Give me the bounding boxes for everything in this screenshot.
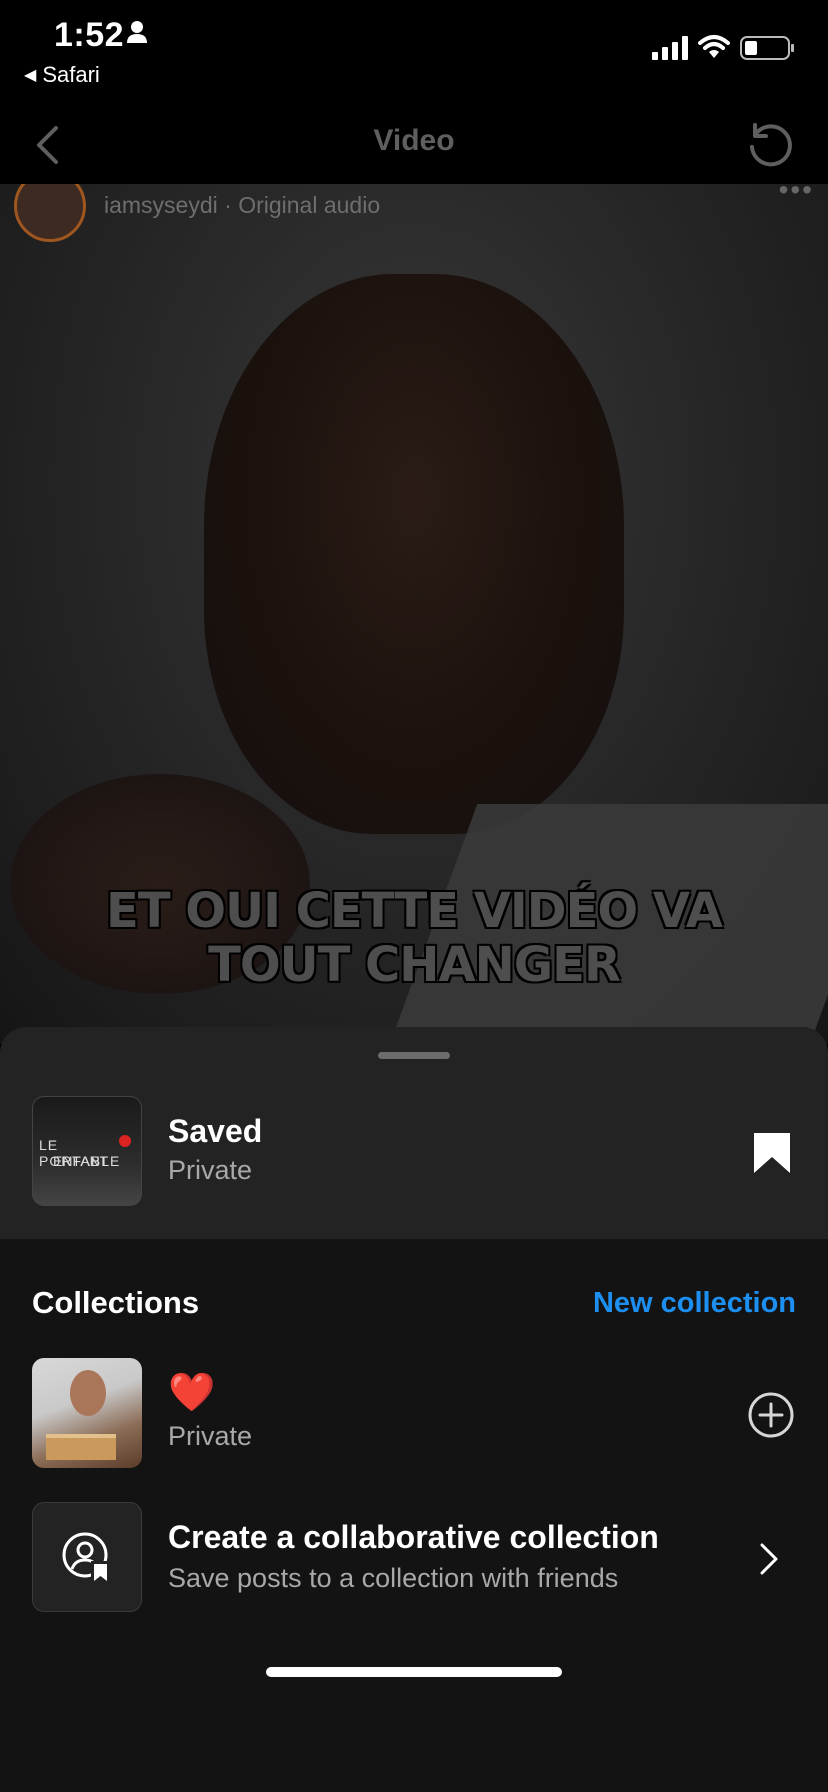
- battery-icon: [740, 36, 794, 60]
- sheet-drag-handle[interactable]: [378, 1052, 450, 1059]
- person-icon: [127, 21, 147, 43]
- bookmark-filled-icon[interactable]: [752, 1131, 792, 1175]
- add-circle-icon[interactable]: [748, 1392, 794, 1438]
- video-player[interactable]: ••• iamsyseydi · Original audio ET OUI C…: [0, 184, 828, 1044]
- nav-bar: Video: [0, 110, 828, 184]
- signal-icon: [652, 36, 688, 60]
- video-caption: ET OUI CETTE VIDÉO VA TOUT CHANGER: [0, 884, 828, 992]
- new-collection-button[interactable]: New collection: [593, 1287, 796, 1320]
- home-indicator[interactable]: [266, 1667, 562, 1677]
- video-audio-label[interactable]: iamsyseydi · Original audio: [104, 192, 380, 219]
- saved-thumbnail: LE PORTABLE ENFANT: [32, 1096, 142, 1206]
- video-frame-face: [204, 274, 624, 834]
- save-bottom-sheet: LE PORTABLE ENFANT Saved Private Collect…: [0, 1027, 828, 1792]
- collection-title: ❤️: [168, 1372, 216, 1414]
- back-to-safari[interactable]: ◀ Safari: [24, 62, 100, 88]
- refresh-button[interactable]: [742, 116, 798, 172]
- collection-privacy: Private: [168, 1421, 253, 1451]
- collaborative-icon-box: [32, 1502, 142, 1612]
- author-avatar[interactable]: [14, 184, 86, 242]
- thumb-text-2: ENFANT: [53, 1153, 109, 1169]
- saved-privacy: Private: [168, 1155, 253, 1185]
- back-triangle-icon: ◀: [24, 67, 37, 84]
- collection-thumbnail: [32, 1358, 142, 1468]
- collaborative-collection-icon: [62, 1532, 111, 1583]
- status-time: 1:52: [54, 16, 125, 54]
- more-options-icon[interactable]: •••: [779, 184, 814, 206]
- page-title: Video: [373, 124, 455, 157]
- status-bar: 1:52 ◀ Safari: [0, 0, 828, 110]
- saved-row[interactable]: LE PORTABLE ENFANT Saved Private: [0, 1027, 828, 1239]
- chevron-right-icon: [760, 1543, 778, 1575]
- caption-line-1: ET OUI CETTE VIDÉO VA: [106, 883, 723, 939]
- collections-header: Collections: [32, 1285, 200, 1320]
- saved-title: Saved: [168, 1113, 263, 1149]
- refresh-icon: [750, 123, 792, 167]
- wifi-icon: [698, 35, 730, 58]
- collaborative-subtitle: Save posts to a collection with friends: [168, 1563, 619, 1593]
- collaborative-title: Create a collaborative collection: [168, 1519, 659, 1555]
- thumb-person: [70, 1370, 106, 1416]
- back-app-label: Safari: [42, 62, 100, 87]
- thumb-stop-icon: [119, 1135, 131, 1147]
- caption-line-2: TOUT CHANGER: [208, 937, 621, 993]
- thumb-books: [46, 1434, 116, 1460]
